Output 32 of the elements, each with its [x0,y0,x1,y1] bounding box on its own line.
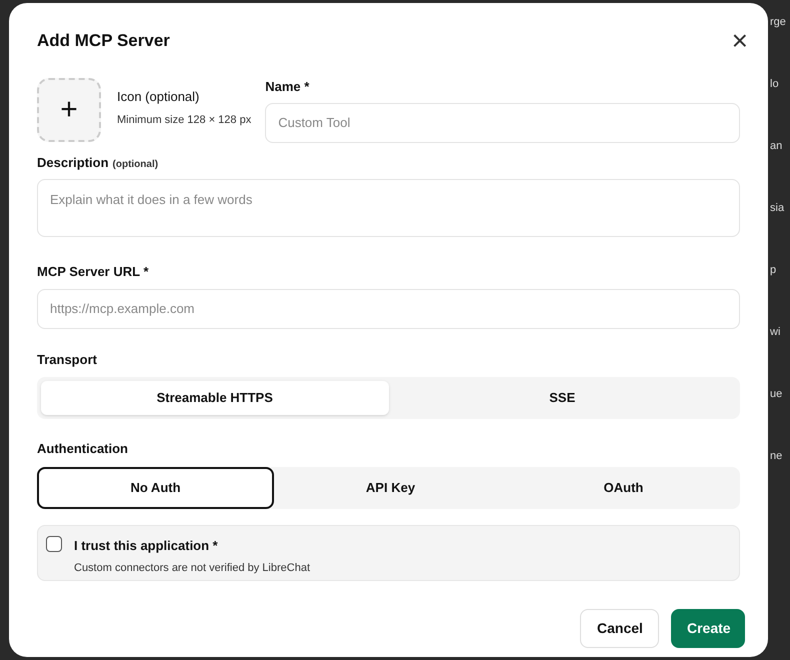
background-text: lo [770,77,780,92]
trust-checkbox[interactable] [46,536,62,552]
icon-label: Icon (optional) [117,88,200,106]
description-label: Description [37,154,109,172]
background-text: wi [770,325,782,340]
url-input[interactable]: https://mcp.example.com [37,288,740,328]
authentication-option[interactable]: No Auth [37,466,274,508]
icon-upload-button[interactable]: + [37,78,101,142]
background-text: an [770,139,784,154]
dialog-title: Add MCP Server [37,30,170,52]
cancel-button[interactable]: Cancel [580,608,659,648]
transport-label: Transport [37,350,98,369]
background-text: ne [770,449,784,464]
background-text: sia [770,201,786,216]
authentication-option[interactable]: API Key [274,466,507,508]
close-button[interactable]: × [732,27,748,55]
create-button[interactable]: Create [671,608,745,648]
trust-hint: Custom connectors are not verified by LibreChat [74,561,310,576]
name-label: Name * [265,78,310,96]
authentication-label: Authentication [37,440,129,458]
url-label: MCP Server URL * [37,263,150,281]
name-input[interactable]: Custom Tool [265,102,740,142]
trust-label: I trust this application * [74,536,219,555]
authentication-option[interactable]: OAuth [507,466,740,508]
background-text: p [770,263,778,278]
background-text: ue [770,387,784,402]
background-text: rge [770,15,787,30]
description-input[interactable]: Explain what it does in a few words [37,179,740,237]
optional-note: (optional) [112,158,158,172]
transport-option[interactable]: SSE [388,381,736,415]
transport-option[interactable]: Streamable HTTPS [41,381,388,415]
icon-size-hint: Minimum size 128 × 128 px [117,113,252,128]
